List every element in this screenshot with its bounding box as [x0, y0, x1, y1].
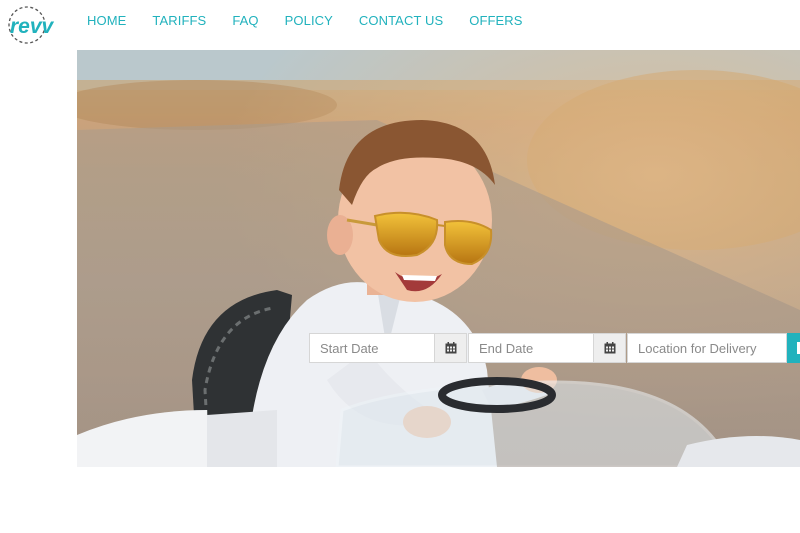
page: revv HOME TARIFFS FAQ POLICY CONTACT US …: [0, 0, 800, 533]
hero-banner: [77, 50, 800, 467]
start-date-calendar-button[interactable]: [434, 333, 467, 363]
calendar-icon: [604, 342, 615, 354]
delivery-location-input[interactable]: [628, 334, 786, 362]
nav-contact-us[interactable]: CONTACT US: [359, 13, 443, 29]
top-navbar: revv HOME TARIFFS FAQ POLICY CONTACT US …: [0, 0, 800, 46]
end-date-field[interactable]: [468, 333, 594, 363]
svg-text:revv: revv: [10, 15, 55, 38]
hero-photo: [77, 50, 800, 467]
nav-home[interactable]: HOME: [87, 13, 126, 29]
end-date-input[interactable]: [469, 334, 593, 362]
main-nav: HOME TARIFFS FAQ POLICY CONTACT US OFFER…: [87, 13, 549, 29]
start-date-input[interactable]: [310, 334, 434, 362]
delivery-location-field[interactable]: [627, 333, 787, 363]
revv-logo[interactable]: revv: [6, 4, 62, 46]
search-submit-button[interactable]: [787, 333, 800, 363]
calendar-icon: [445, 342, 456, 354]
nav-policy[interactable]: POLICY: [285, 13, 333, 29]
nav-faq[interactable]: FAQ: [232, 13, 258, 29]
end-date-calendar-button[interactable]: [593, 333, 626, 363]
start-date-field[interactable]: [309, 333, 435, 363]
nav-tariffs[interactable]: TARIFFS: [152, 13, 206, 29]
nav-offers[interactable]: OFFERS: [469, 13, 522, 29]
